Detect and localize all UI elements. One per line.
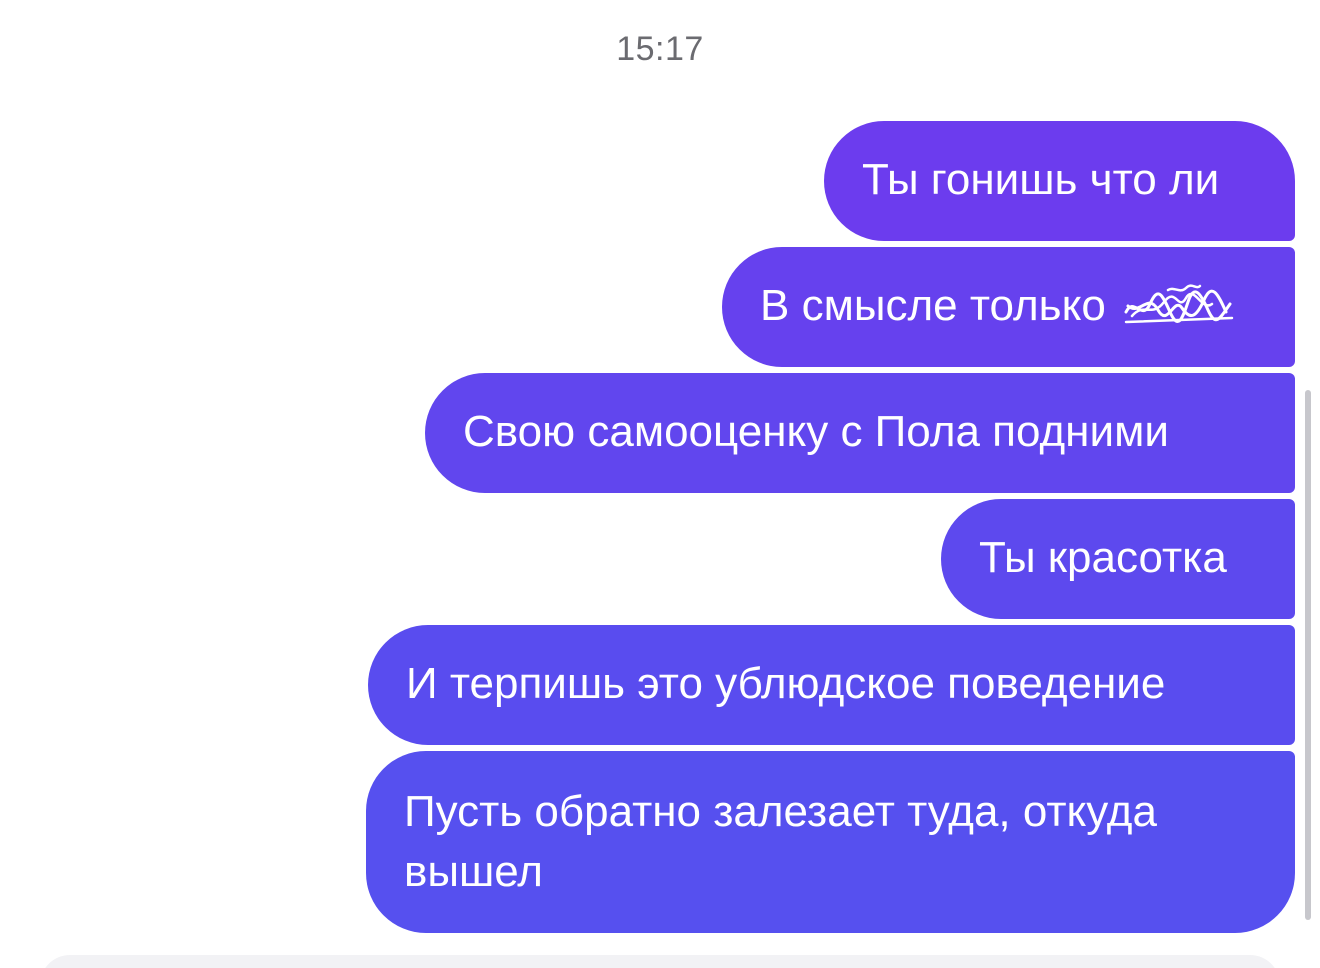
- message-text: И терпишь это ублюдское поведение: [406, 659, 1166, 708]
- scribble-redaction-icon: [1124, 284, 1234, 324]
- outgoing-message-bubble[interactable]: Пусть обратно залезает туда, откуда выше…: [366, 751, 1295, 933]
- outgoing-message-bubble[interactable]: Ты гонишь что ли: [824, 121, 1295, 241]
- outgoing-message-bubble[interactable]: И терпишь это ублюдское поведение: [368, 625, 1295, 745]
- message-thread[interactable]: Ты гонишь что ли В смысле только Свою са…: [366, 121, 1295, 933]
- message-text: В смысле только: [760, 281, 1106, 330]
- outgoing-message-bubble[interactable]: В смысле только: [722, 247, 1295, 367]
- message-text: Пусть обратно залезает туда, откуда выше…: [404, 787, 1157, 896]
- outgoing-message-bubble[interactable]: Свою самооценку с Пола подними: [425, 373, 1295, 493]
- message-text: Ты гонишь что ли: [862, 155, 1220, 204]
- outgoing-message-bubble[interactable]: Ты красотка: [941, 499, 1295, 619]
- chat-screen: 15:17 Ты гонишь что ли В смысле только С…: [0, 0, 1320, 968]
- scrollbar[interactable]: [1305, 390, 1311, 920]
- message-input-bar[interactable]: [40, 955, 1280, 968]
- message-timestamp: 15:17: [616, 30, 704, 68]
- message-text: Свою самооценку с Пола подними: [463, 407, 1169, 456]
- message-text: Ты красотка: [979, 533, 1227, 582]
